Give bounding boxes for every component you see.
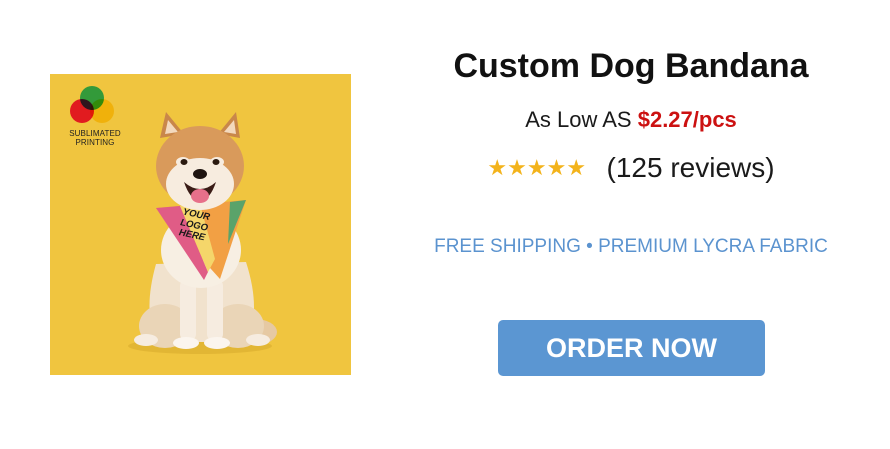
price-value: $2.27/pcs — [637, 107, 737, 132]
product-card: SUBLIMATED PRINTING YOUR LOGO HERE Custo… — [0, 0, 890, 449]
order-now-button[interactable]: ORDER NOW — [498, 320, 765, 376]
product-title: Custom Dog Bandana — [453, 47, 809, 85]
star-rating-icon: ★★★★★ — [487, 155, 587, 180]
badge-label: SUBLIMATED PRINTING — [69, 129, 121, 147]
sublimated-printing-badge: SUBLIMATED PRINTING — [62, 86, 128, 147]
price-prefix: As Low AS — [525, 107, 632, 132]
review-count[interactable]: (125 reviews) — [607, 150, 775, 186]
rating-row: ★★★★★ (125 reviews) — [400, 150, 862, 186]
price-line: As Low AS $2.27/pcs — [400, 105, 862, 135]
features-line: FREE SHIPPING • PREMIUM LYCRA FABRIC — [434, 236, 828, 257]
product-image[interactable]: SUBLIMATED PRINTING YOUR LOGO HERE — [50, 74, 351, 375]
cmy-color-logo-icon — [70, 86, 114, 126]
